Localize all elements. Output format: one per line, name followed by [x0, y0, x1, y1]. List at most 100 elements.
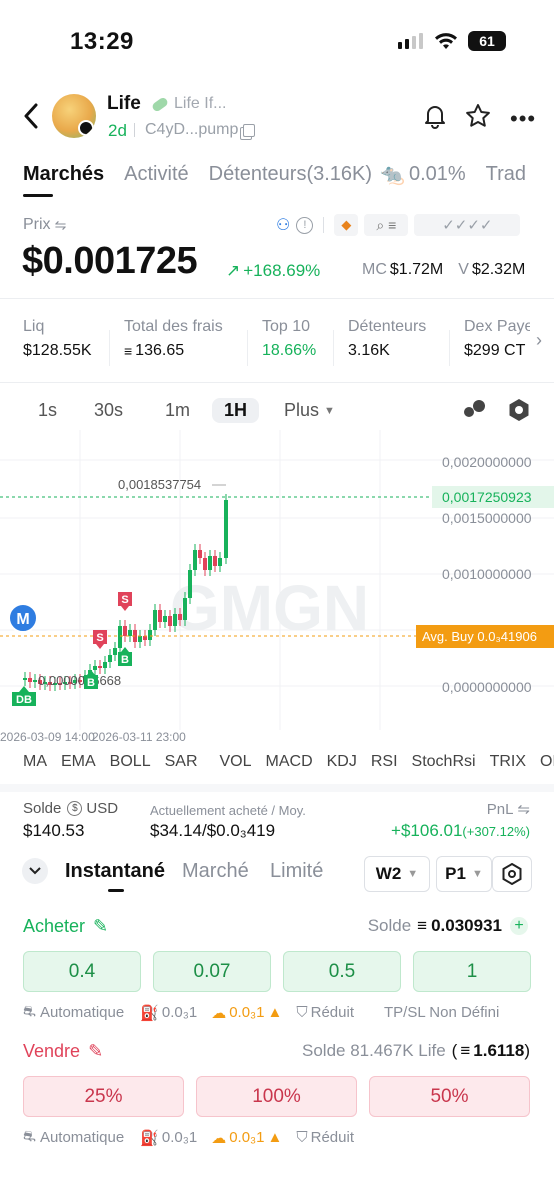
buy-option-tpsl[interactable]: TP/SL Non Défini	[384, 1004, 499, 1021]
ind-ma[interactable]: MA	[23, 753, 47, 771]
tab-detenteurs[interactable]: Détenteurs(3.16K)	[209, 163, 372, 186]
buy-option-auto[interactable]: Automatique	[40, 1004, 124, 1021]
buy-balance: Solde ≡ 0.030931 +	[368, 916, 528, 936]
sell-option-gas[interactable]: 0.0₃1	[162, 1129, 197, 1146]
chevron-right-icon[interactable]: ›	[536, 330, 542, 351]
svg-text:B: B	[121, 654, 129, 666]
back-icon[interactable]	[22, 102, 40, 130]
bell-icon[interactable]	[423, 103, 447, 129]
edit-icon[interactable]: ✎	[88, 1041, 103, 1062]
ind-sar[interactable]: SAR	[165, 753, 198, 771]
tip-icon: ☁	[211, 1004, 227, 1022]
indicators-icon[interactable]	[464, 398, 486, 420]
preset-select[interactable]: P1 ▼	[436, 856, 492, 892]
svg-text:S: S	[96, 632, 103, 644]
trade-settings-button[interactable]	[492, 856, 532, 892]
pill-icon	[150, 95, 170, 113]
tab-rat-holders[interactable]: 0.01%	[409, 163, 466, 186]
chart-watermark: GMGN	[170, 572, 369, 644]
tip-icon: ☁	[211, 1129, 227, 1147]
ind-stochrsi[interactable]: StochRsi	[412, 753, 476, 771]
candle-body	[153, 610, 157, 630]
candle-body	[193, 550, 197, 570]
avg-buy-label: Avg. Buy 0.0₃41906	[422, 629, 537, 644]
token-avatar	[52, 94, 96, 138]
ind-vol[interactable]: VOL	[220, 753, 252, 771]
tab-trades[interactable]: Trad	[486, 163, 526, 186]
sell-balance: Solde 81.467K Life (≡ 1.6118)	[302, 1041, 530, 1060]
pnl-label: PnL ⇋	[486, 800, 530, 819]
star-icon[interactable]	[465, 103, 491, 129]
swap-icon[interactable]: ⇋	[55, 217, 67, 234]
sell-amount-2[interactable]: 100%	[196, 1076, 357, 1117]
ind-ob[interactable]: OB	[540, 753, 554, 771]
edit-icon[interactable]: ✎	[93, 916, 108, 937]
battery-icon: 61	[468, 31, 506, 51]
tf-more[interactable]: Plus ▼	[284, 400, 335, 421]
buy-amount-1[interactable]: 0.4	[23, 951, 141, 992]
ind-trix[interactable]: TRIX	[490, 753, 526, 771]
gas-icon: ⛽	[140, 1004, 159, 1022]
add-icon[interactable]: +	[510, 917, 528, 935]
tab-activite[interactable]: Activité	[124, 163, 188, 186]
buy-amount-2[interactable]: 0.07	[153, 951, 271, 992]
buy-amount-3[interactable]: 0.5	[283, 951, 401, 992]
price-label: Prix ⇋	[23, 216, 67, 234]
candle-body	[188, 570, 192, 598]
checks-group[interactable]: ✓✓✓✓	[414, 214, 521, 236]
ind-macd[interactable]: MACD	[266, 753, 313, 771]
holders-icon[interactable]: ⚇	[276, 215, 290, 235]
marker-m[interactable]: M	[8, 603, 38, 633]
svg-text:M: M	[16, 611, 29, 628]
price-value: $0.001725	[22, 240, 198, 282]
tab-limite[interactable]: Limité	[270, 860, 323, 883]
buy-amount-4[interactable]: 1	[413, 951, 531, 992]
settings-hex-icon[interactable]	[508, 398, 530, 422]
contract-address[interactable]: C4yD...pump	[145, 121, 256, 139]
stat-fees: Total des frais ≡ 136.65	[124, 318, 223, 359]
buy-option-reduit[interactable]: Réduit	[311, 1004, 354, 1021]
candle-body	[128, 630, 132, 636]
buy-option-tip[interactable]: 0.0₃1	[229, 1004, 264, 1021]
sell-amount-3[interactable]: 50%	[369, 1076, 530, 1117]
collapse-button[interactable]	[22, 858, 48, 884]
marker-s-2[interactable]: S	[118, 592, 132, 611]
candle-body	[143, 636, 147, 640]
sell-option-reduit[interactable]: Réduit	[311, 1129, 354, 1146]
tf-30s[interactable]: 30s	[94, 400, 123, 421]
tf-1s[interactable]: 1s	[38, 400, 57, 421]
ind-ema[interactable]: EMA	[61, 753, 96, 771]
buy-label: Acheter ✎	[23, 916, 109, 937]
ind-rsi[interactable]: RSI	[371, 753, 398, 771]
y-tick-2: 0,0015000000	[442, 510, 532, 526]
svg-text:B: B	[87, 677, 95, 689]
ind-boll[interactable]: BOLL	[110, 753, 151, 771]
svg-text:DB: DB	[16, 694, 32, 706]
search-icon[interactable]: ⌕ ≡	[364, 214, 409, 236]
marker-db[interactable]: DB	[12, 686, 36, 706]
ind-kdj[interactable]: KDJ	[327, 753, 357, 771]
marker-s-1[interactable]: S	[93, 630, 107, 649]
sell-option-tip[interactable]: 0.0₃1	[229, 1129, 264, 1146]
tab-marches[interactable]: Marchés	[23, 163, 104, 186]
sell-option-auto[interactable]: Automatique	[40, 1129, 124, 1146]
candle-body	[183, 598, 187, 620]
sell-amount-1[interactable]: 25%	[23, 1076, 184, 1117]
tf-1h[interactable]: 1H	[212, 398, 260, 423]
tab-instantane[interactable]: Instantané	[65, 860, 165, 883]
buy-option-gas[interactable]: 0.0₃1	[162, 1004, 197, 1021]
more-icon[interactable]: •••	[510, 106, 536, 132]
wallet-select[interactable]: W2 ▼	[364, 856, 430, 892]
metamask-icon[interactable]: ◆	[334, 214, 359, 236]
info-icon[interactable]: !	[296, 216, 314, 234]
swap-icon[interactable]: ⇋	[517, 800, 530, 818]
market-cap: MC $1.72M V $2.32M	[362, 261, 526, 278]
price-chart[interactable]: GMGN 0,0018537754 0,0000026668 0,0020000…	[0, 430, 554, 750]
candle-body	[173, 614, 177, 626]
main-tabs: Marchés Activité Détenteurs(3.16K) 🐀 0.0…	[23, 162, 554, 187]
current-price-value: 0,0017250923	[442, 489, 532, 505]
copy-icon[interactable]	[243, 123, 256, 137]
tf-1m[interactable]: 1m	[165, 400, 190, 421]
token-name: Life	[107, 93, 141, 114]
tab-marche[interactable]: Marché	[182, 860, 249, 883]
